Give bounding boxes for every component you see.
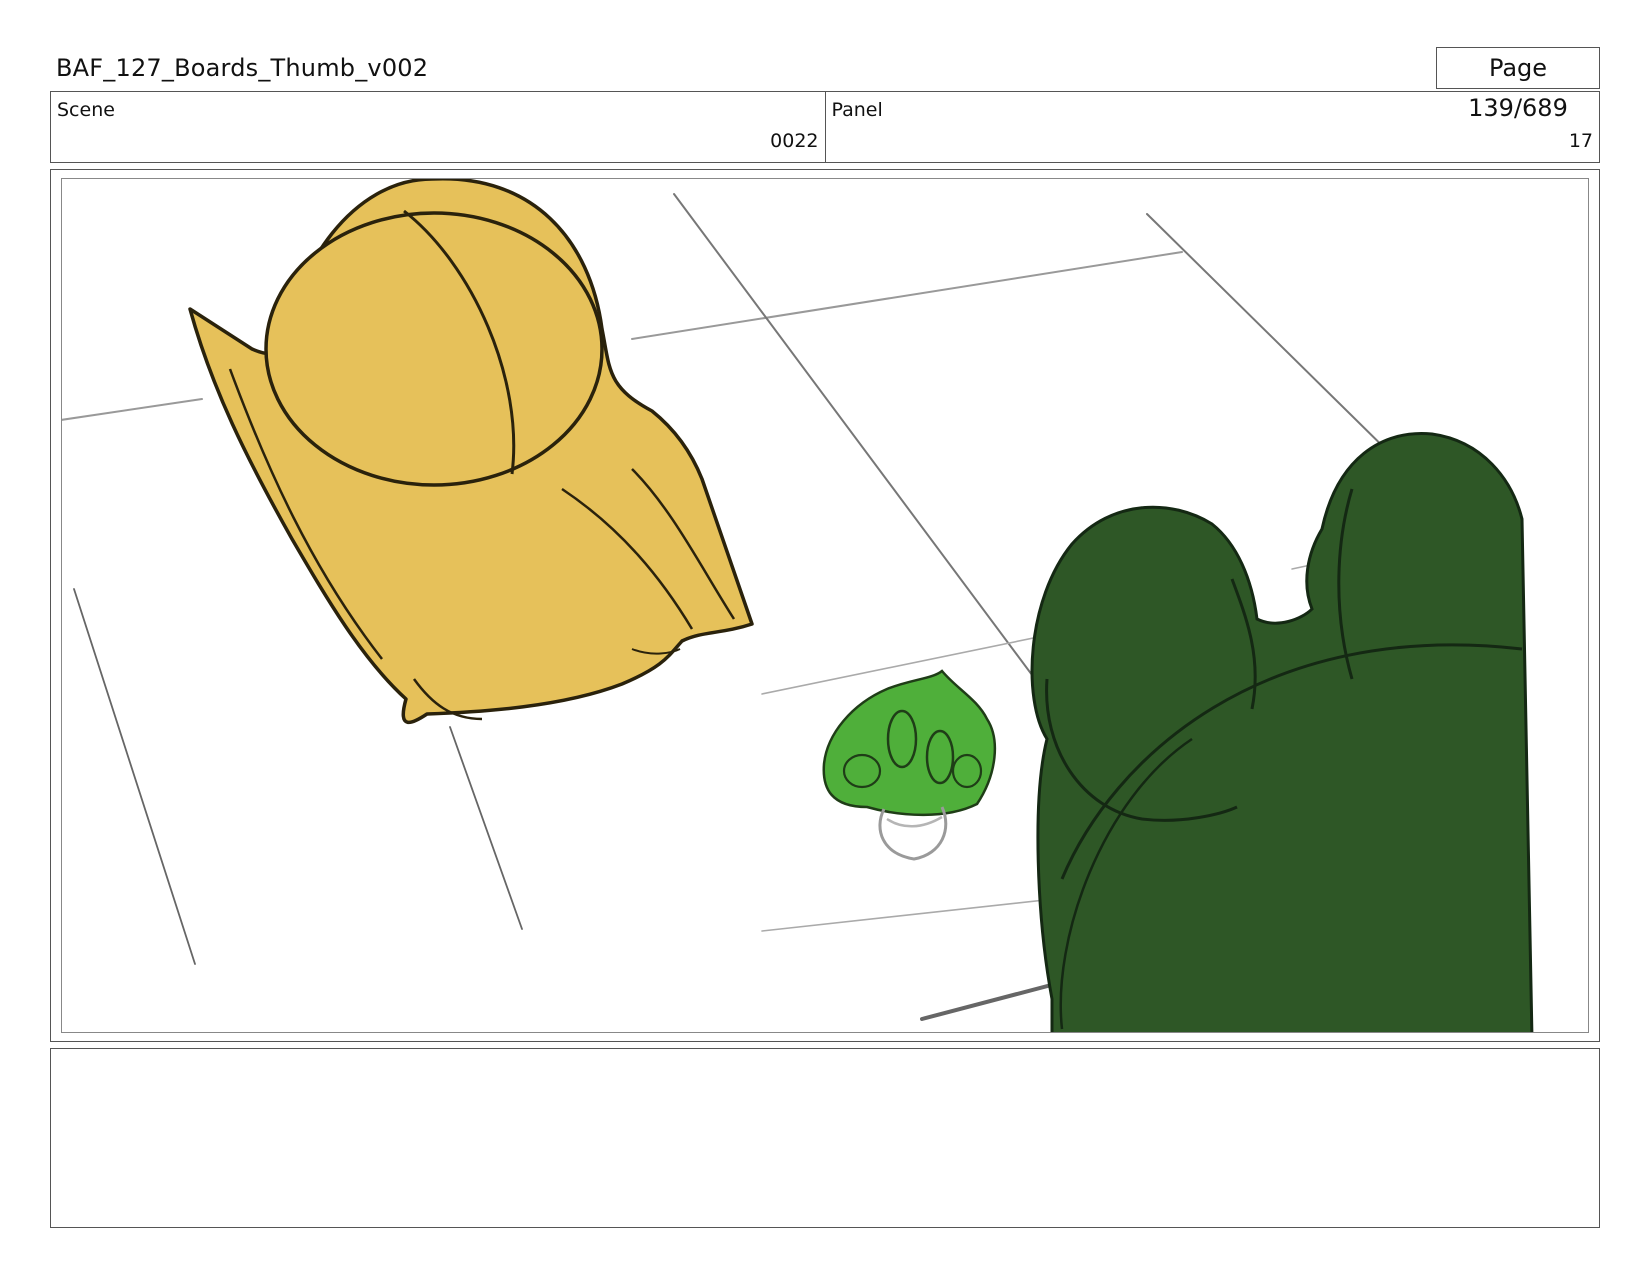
- floor-line: [62, 398, 203, 421]
- scene-panel-info-row: Scene 0022 Panel 17: [50, 91, 1600, 163]
- yellow-head-dome: [264, 211, 604, 487]
- scene-number: 0022: [770, 130, 819, 152]
- panel-label: Panel: [831, 99, 883, 121]
- large-green-body-fill: [1030, 431, 1534, 1032]
- panel-cell: Panel 17: [824, 92, 1600, 162]
- scene-cell: Scene 0022: [51, 92, 825, 162]
- small-green-character: [822, 669, 997, 861]
- storyboard-drawing: [62, 179, 1534, 1032]
- large-green-character: [1030, 431, 1534, 1032]
- scene-label: Scene: [57, 99, 115, 121]
- page-counter: Page 139/689: [1436, 47, 1600, 122]
- floor-line: [761, 896, 1073, 932]
- notes-box: [50, 1048, 1600, 1228]
- small-green-mouth-sketch: [886, 815, 943, 828]
- document-title: BAF_127_Boards_Thumb_v002: [56, 54, 429, 82]
- floor-line: [73, 588, 196, 965]
- storyboard-frame: [50, 169, 1600, 1042]
- floor-line: [449, 726, 523, 930]
- small-green-head-fill: [822, 669, 997, 817]
- yellow-character: [188, 179, 754, 725]
- panel-number: 17: [1568, 130, 1593, 152]
- floor-line: [631, 251, 1183, 340]
- storyboard-drawing-area: [61, 178, 1589, 1033]
